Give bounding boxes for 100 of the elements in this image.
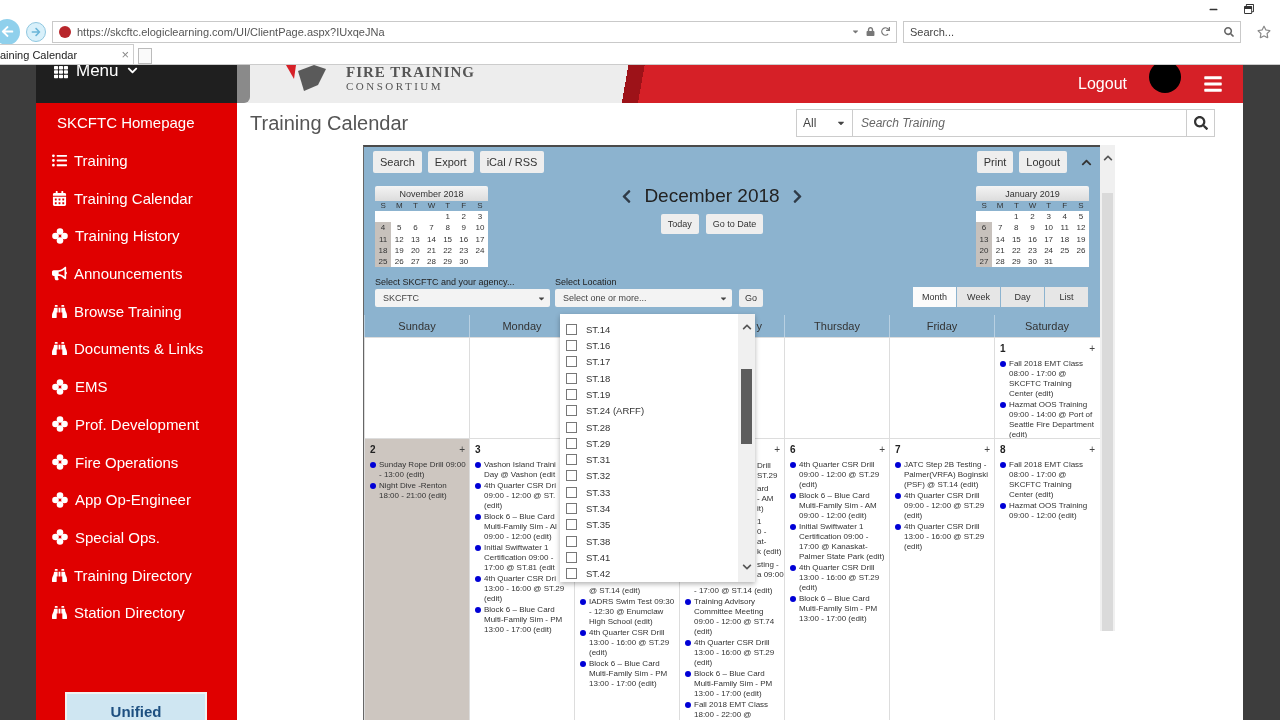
menu-header[interactable]: Menu (36, 65, 237, 103)
event-link[interactable]: Sunday Rope Drill 09:00 - 13:00 (edit) (379, 460, 466, 480)
mini-calendar-day[interactable]: 4 (375, 222, 392, 234)
scroll-up-icon[interactable] (741, 322, 752, 332)
menu-icon[interactable] (1203, 74, 1223, 94)
mini-calendar-day[interactable]: 11 (375, 233, 392, 245)
mini-calendar-day[interactable]: 27 (976, 256, 993, 268)
toolbar-button[interactable]: Export (427, 151, 474, 173)
location-option[interactable]: ST.34 (566, 500, 738, 517)
event-link[interactable]: 4th Quarter CSR Drill 13:00 - 16:00 @ ST.29 (edit) (694, 638, 775, 668)
checkbox[interactable] (566, 552, 577, 564)
location-option[interactable]: ST.32 (566, 467, 738, 485)
add-event-button[interactable]: + (984, 443, 990, 455)
location-option[interactable]: ST.33 (566, 484, 738, 501)
event-link[interactable]: @ ST.14 (edit) (589, 586, 641, 596)
checkbox[interactable] (566, 519, 577, 531)
page-scrollbar[interactable] (1100, 145, 1115, 631)
browser-search-field[interactable]: Search... (903, 20, 1241, 43)
event-link[interactable]: Hazmat OOS Training 09:00 - 14:00 @ Port of Seattle Fire Department (edit) (1009, 400, 1094, 438)
location-option[interactable]: ST.35 (566, 516, 738, 534)
add-event-button[interactable]: + (879, 443, 885, 455)
checkbox[interactable] (566, 356, 577, 368)
event-link[interactable]: Block 6 – Blue Card Multi-Family Sim - PM 13:00 - 17:00 (edit) (484, 605, 563, 635)
checkbox[interactable] (566, 454, 577, 466)
scroll-thumb[interactable] (1102, 193, 1113, 631)
event-link[interactable]: Block 6 – Blue Card Multi-Family Sim - Al 09:00 - 12:00 (edit) (484, 512, 557, 542)
view-tab[interactable]: List (1045, 287, 1088, 307)
checkbox[interactable] (566, 535, 577, 547)
refresh-icon[interactable] (881, 27, 890, 36)
event-link[interactable]: 4th Quarter CSR Drill 13:00 - 16:00 @ ST.29 (edit) (589, 628, 670, 658)
event-link[interactable]: JATC Step 2B Testing - Palmer(VRFA) Boginski (PSF) @ ST.14 (edit) (904, 460, 989, 490)
location-option[interactable]: ST.41 (566, 549, 738, 566)
event-link[interactable]: Fall 2018 EMT Class 08:00 - 17:00 @ SKCFTC Training Center (edit) (1009, 460, 1084, 500)
location-option[interactable]: ST.42 (566, 565, 738, 582)
sidebar-item[interactable]: Special Ops. (36, 518, 237, 557)
toolbar-button[interactable]: Search (373, 151, 422, 173)
location-option[interactable]: ST.16 (566, 337, 738, 354)
add-event-button[interactable]: + (459, 443, 465, 455)
location-option[interactable]: ST.14 (566, 321, 738, 338)
mini-calendar-day[interactable]: 6 (976, 222, 993, 234)
sidebar-item[interactable]: Prof. Development (36, 405, 237, 444)
logout-link[interactable]: Logout (1078, 75, 1127, 93)
event-link[interactable]: Training Advisory Committee Meeting 09:00 - 12:00 @ ST.74 (edit) (694, 597, 775, 637)
star-icon[interactable] (1257, 24, 1271, 39)
close-tab-button[interactable]: × (121, 47, 129, 62)
event-link[interactable]: 4th Quarter CSR Drill 09:00 - 12:00 @ ST.29 (edit) (799, 460, 880, 490)
checkbox[interactable] (566, 323, 577, 335)
checkbox[interactable] (566, 405, 577, 417)
sidebar-item[interactable]: Browse Training (36, 292, 237, 331)
location-option[interactable]: ST.29 (566, 435, 738, 452)
location-option[interactable]: ST.31 (566, 451, 738, 468)
sidebar-item[interactable]: Documents & Links (36, 330, 237, 368)
checkbox[interactable] (566, 339, 577, 351)
event-link[interactable]: 4th Quarter CSR Drill 13:00 - 16:00 @ ST.29 (edit) (799, 563, 880, 593)
toolbar-button[interactable]: iCal / RSS (479, 151, 545, 173)
location-option[interactable]: ST.28 (566, 418, 738, 436)
location-select[interactable]: Select one or more... (555, 289, 732, 307)
view-tab[interactable]: Week (957, 287, 1000, 307)
address-field[interactable]: https://skcftc.elogiclearning.com/UI/ClientPage.aspx?IUxqeJNa (52, 20, 897, 43)
add-event-button[interactable]: + (1089, 342, 1095, 354)
event-link[interactable]: 4th Quarter CSR Drill 13:00 - 16:00 @ ST.29 (edit) (904, 522, 985, 552)
event-link[interactable]: Fall 2018 EMT Class 08:00 - 17:00 @ SKCFTC Training Center (edit) (1009, 359, 1084, 399)
sidebar-item[interactable]: App Op-Engineer (36, 480, 237, 519)
today-button[interactable]: Today (660, 214, 699, 234)
event-link[interactable]: Block 6 – Blue Card Multi-Family Sim - PM 13:00 - 17:00 (edit) (589, 659, 668, 689)
sidebar-item[interactable]: Fire Operations (36, 443, 237, 481)
mini-calendar-day[interactable]: 13 (976, 233, 993, 245)
scrollbar[interactable] (738, 314, 755, 582)
add-event-button[interactable]: + (774, 443, 780, 455)
sidebar-item[interactable]: Announcements (36, 254, 237, 293)
browser-tab[interactable]: aining Calendar × (0, 44, 134, 64)
event-link[interactable]: Block 6 – Blue Card Multi-Family Sim - PM 13:00 - 17:00 (edit) (694, 669, 773, 699)
checkbox[interactable] (566, 470, 577, 482)
mini-calendar-day[interactable]: 20 (976, 244, 993, 257)
event-link[interactable]: 4th Quarter CSR Dri 13:00 - 16:00 @ ST.29 (edit) (484, 574, 565, 604)
search-button[interactable] (1187, 109, 1215, 137)
checkbox[interactable] (566, 421, 577, 433)
mini-calendar-day[interactable]: 25 (375, 256, 392, 268)
event-link[interactable]: Vashon Island Traini Day @ Vashon (edit (484, 460, 556, 480)
location-option[interactable]: ST.18 (566, 369, 738, 387)
add-event-button[interactable]: + (1089, 443, 1095, 455)
scope-select[interactable]: All (796, 109, 853, 137)
avatar-icon[interactable] (1149, 65, 1181, 93)
event-link[interactable]: Fall 2018 EMT Class 18:00 - 22:00 @ (694, 700, 769, 720)
checkbox[interactable] (566, 372, 577, 384)
event-link[interactable]: Initial Swiftwater 1 Certification 09:00 - 17:00 @ ST.81 (edit (484, 543, 555, 573)
search-icon[interactable] (1224, 26, 1234, 37)
sidebar-item[interactable]: Training Directory (36, 556, 237, 594)
restore-icon[interactable] (1244, 4, 1254, 14)
location-option[interactable]: ST.24 (ARFF) (566, 402, 738, 419)
sidebar-item[interactable]: Training (36, 141, 237, 180)
unified-banner[interactable]: Unified (65, 692, 207, 720)
go-to-date-button[interactable]: Go to Date (705, 214, 764, 234)
agency-select[interactable]: SKCFTC (375, 289, 550, 307)
event-link[interactable]: Initial Swiftwater 1 Certification 09:00 - 17:00 @ Kanaskat- Palmer State Park (edit) (799, 522, 885, 562)
sidebar-item[interactable]: Training Calendar (36, 179, 237, 218)
sidebar-item[interactable]: SKCFTC Homepage (36, 104, 237, 142)
scroll-up-icon[interactable] (1102, 153, 1113, 163)
view-tab[interactable]: Day (1001, 287, 1044, 307)
sidebar-item[interactable]: Station Directory (36, 593, 237, 632)
